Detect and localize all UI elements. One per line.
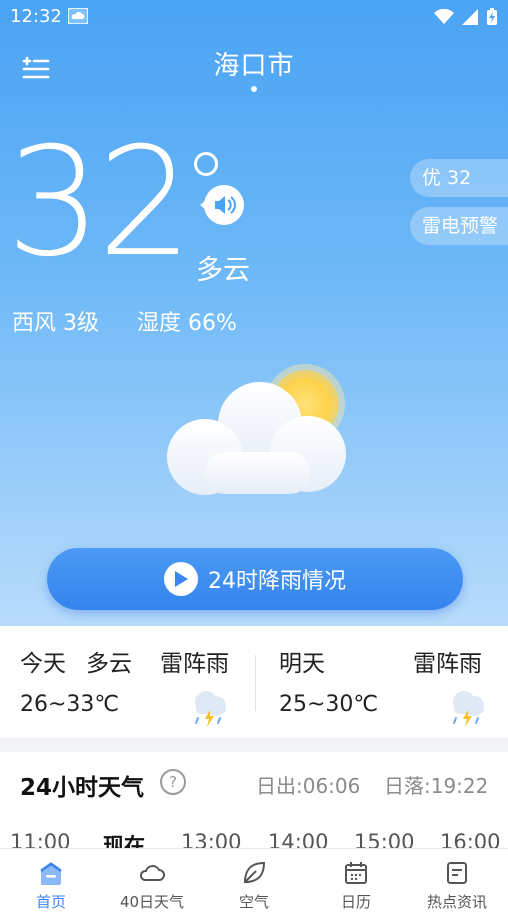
thunderstorm-icon xyxy=(195,691,226,727)
help-icon[interactable]: ? xyxy=(160,769,186,795)
city-title[interactable]: 海口市 xyxy=(0,45,508,82)
tab-calendar[interactable]: 日历 xyxy=(305,849,407,920)
humidity-info: 湿度 66% xyxy=(137,311,237,336)
forecast-today[interactable]: 今天 多云 雷阵雨 26~33℃ xyxy=(0,626,255,738)
play-icon xyxy=(164,562,198,596)
cloud-icon xyxy=(139,865,165,881)
sunset-time: 日落:19:22 xyxy=(384,774,489,798)
forecast-divider xyxy=(255,655,256,711)
voice-broadcast-icon[interactable] xyxy=(198,183,246,227)
battery-charging-icon xyxy=(487,8,497,25)
forecast-range: 25~30℃ xyxy=(279,692,379,717)
system-icons xyxy=(434,8,498,26)
wind-info: 西风 3级 xyxy=(12,311,99,336)
tab-label: 空气 xyxy=(238,893,269,911)
status-time: 12:32 xyxy=(10,6,62,27)
forecast-range: 26~33℃ xyxy=(20,692,120,717)
calendar-icon xyxy=(345,862,367,884)
warning-chip[interactable]: 雷电预警 xyxy=(410,207,508,245)
aqi-chip[interactable]: 优 32 xyxy=(410,159,508,197)
news-icon xyxy=(447,862,467,884)
hourly-section: 24小时天气 ? 日出:06:06 日落:19:22 11:00 现在 13:0… xyxy=(0,752,508,852)
signal-icon xyxy=(462,9,478,25)
forecast-condition-2: 雷阵雨 xyxy=(160,651,229,677)
page-indicator-dot xyxy=(251,86,257,92)
tab-40day[interactable]: 40日天气 xyxy=(101,849,203,920)
status-bar: 12:32 xyxy=(10,6,498,28)
current-condition: 多云 xyxy=(196,255,250,286)
degree-symbol xyxy=(194,152,218,176)
forecast-tomorrow[interactable]: 明天 雷阵雨 25~30℃ xyxy=(256,626,508,738)
tab-air[interactable]: 空气 xyxy=(203,849,305,920)
sunrise-time: 日出:06:06 xyxy=(256,774,361,798)
tab-label: 首页 xyxy=(35,893,66,911)
leaf-icon xyxy=(243,861,266,884)
forecast-day-label: 今天 xyxy=(20,651,66,677)
partly-cloudy-icon xyxy=(167,364,346,495)
rain-24h-label: 24时降雨情况 xyxy=(208,569,346,594)
forecast-day-label: 明天 xyxy=(279,651,325,677)
current-temperature: 32 xyxy=(6,116,193,290)
rain-24h-button[interactable]: 24时降雨情况 xyxy=(47,548,463,610)
wifi-icon xyxy=(434,9,454,24)
forecast-condition: 多云 xyxy=(86,651,132,677)
thunderstorm-icon xyxy=(453,691,484,727)
tab-news[interactable]: 热点资讯 xyxy=(406,849,508,920)
forecast-section: 今天 多云 雷阵雨 26~33℃ 明天 雷阵雨 25~30℃ xyxy=(0,626,508,738)
tab-label: 日历 xyxy=(340,893,371,911)
forecast-condition: 雷阵雨 xyxy=(413,651,482,677)
tab-home[interactable]: 首页 xyxy=(0,849,102,920)
bottom-tab-bar: 首页 40日天气 空气 日历 热点资讯 xyxy=(0,848,508,920)
weather-hero: 12:32 海口市 32 多云 西风 3级 湿度 66% 优 32 雷电预警 2… xyxy=(0,0,508,626)
tab-label: 热点资讯 xyxy=(426,893,487,911)
home-icon xyxy=(40,862,62,885)
weather-notification-icon xyxy=(68,8,88,24)
tab-label: 40日天气 xyxy=(119,893,185,911)
hourly-title: 24小时天气 xyxy=(20,775,145,801)
